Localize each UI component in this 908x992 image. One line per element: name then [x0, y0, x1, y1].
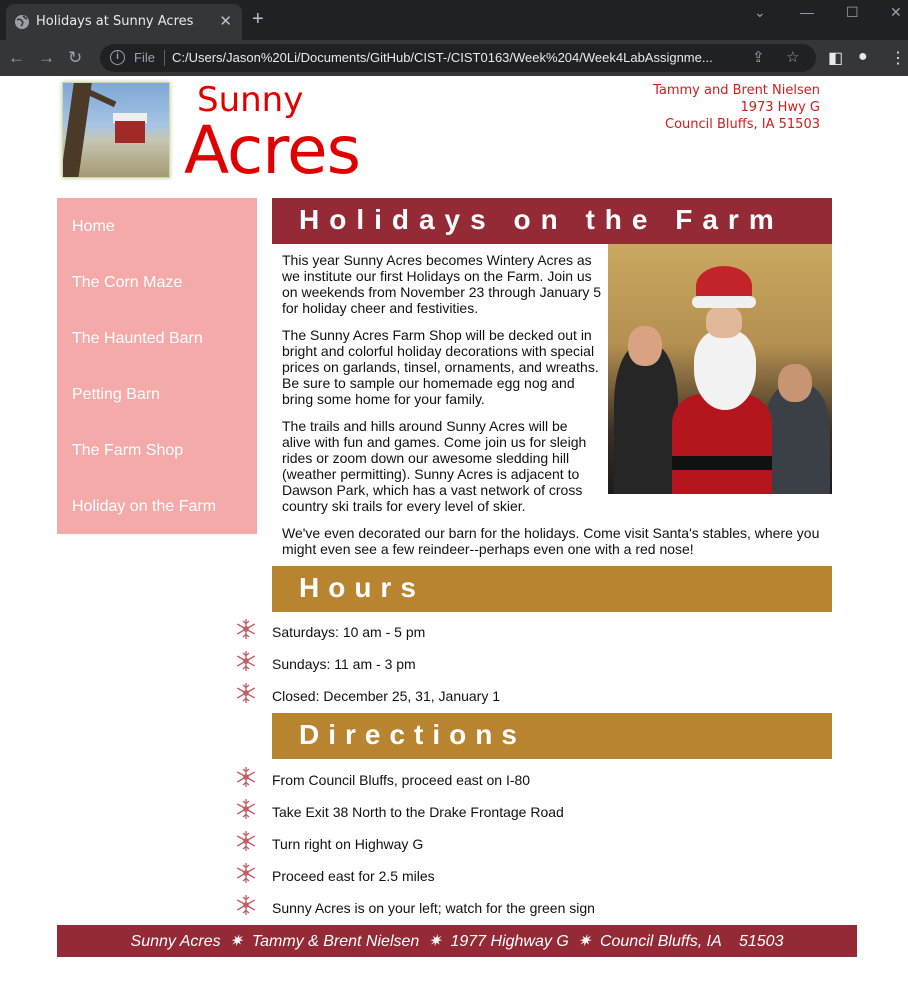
list-item: Proceed east for 2.5 miles — [235, 862, 835, 896]
nav-link-haunted-barn[interactable]: The Haunted Barn — [57, 310, 257, 366]
list-item: Sunny Acres is on your left; watch for t… — [235, 894, 835, 928]
nav-link-corn-maze[interactable]: The Corn Maze — [57, 254, 257, 310]
info-icon[interactable]: i — [110, 50, 125, 65]
paragraph-trails: The trails and hills around Sunny Acres … — [282, 418, 587, 514]
snowflake-icon — [235, 798, 257, 820]
profile-icon[interactable]: ● — [858, 48, 868, 66]
list-item: From Council Bluffs, proceed east on I-8… — [235, 766, 835, 800]
nav-link-petting-barn[interactable]: Petting Barn — [57, 366, 257, 422]
address-bar: ← → ↻ i File C:/Users/Jason%20Li/Documen… — [0, 40, 908, 76]
snowflake-icon — [235, 766, 257, 788]
main-content: This year Sunny Acres becomes Wintery Ac… — [282, 252, 832, 568]
logo-word-acres: Acres — [184, 112, 361, 189]
snowflake-icon — [235, 650, 257, 672]
globe-icon — [15, 15, 29, 29]
menu-icon[interactable]: ⋮ — [890, 48, 906, 68]
hours-heading: Hours — [272, 566, 832, 612]
list-item: Turn right on Highway G — [235, 830, 835, 864]
list-item-text: Take Exit 38 North to the Drake Frontage… — [272, 804, 564, 820]
list-item-text: From Council Bluffs, proceed east on I-8… — [272, 772, 531, 788]
paragraph-farm-shop: The Sunny Acres Farm Shop will be decked… — [282, 327, 599, 407]
snowflake-icon — [235, 862, 257, 884]
bookmark-star-icon[interactable]: ☆ — [786, 48, 799, 66]
directions-list: From Council Bluffs, proceed east on I-8… — [235, 766, 835, 928]
address-block: Tammy and Brent Nielsen 1973 Hwy G Counc… — [653, 82, 820, 133]
tree-shape — [63, 83, 92, 177]
snowflake-icon — [235, 830, 257, 852]
list-item-text: Sundays: 11 am - 3 pm — [272, 656, 416, 672]
list-item-text: Closed: December 25, 31, January 1 — [272, 688, 501, 704]
browser-tab-bar: Holidays at Sunny Acres ✕ + ⌄ — ☐ ✕ — [0, 0, 908, 40]
list-item-text: Turn right on Highway G — [272, 836, 424, 852]
snowflake-icon — [235, 682, 257, 704]
maximize-icon[interactable]: ☐ — [846, 4, 859, 21]
address-line-2: 1973 Hwy G — [740, 100, 820, 115]
barn-shape — [115, 121, 145, 143]
list-item-text: Saturdays: 10 am - 5 pm — [272, 624, 426, 640]
list-item: Sundays: 11 am - 3 pm — [235, 650, 835, 684]
side-panel-icon[interactable]: ◧ — [828, 48, 843, 68]
list-item: Saturdays: 10 am - 5 pm — [235, 618, 835, 652]
nav-link-home[interactable]: Home — [57, 198, 257, 254]
tab-search-icon[interactable]: ⌄ — [754, 4, 766, 21]
footer: Sunny Acres ✷ Tammy & Brent Nielsen ✷ 19… — [57, 925, 857, 957]
page-title: Holidays on the Farm — [272, 198, 832, 244]
browser-tab[interactable]: Holidays at Sunny Acres ✕ — [6, 4, 242, 40]
hours-list: Saturdays: 10 am - 5 pm Sundays: 11 am -… — [235, 618, 835, 716]
minimize-icon[interactable]: — — [800, 4, 814, 20]
page-content: Sunny Acres Tammy and Brent Nielsen 1973… — [0, 76, 908, 992]
file-label: File — [134, 50, 155, 65]
tab-title: Holidays at Sunny Acres — [36, 14, 194, 29]
address-line-3: Council Bluffs, IA 51503 — [665, 117, 820, 132]
sidebar-nav: Home The Corn Maze The Haunted Barn Pett… — [57, 198, 257, 534]
list-item-text: Proceed east for 2.5 miles — [272, 868, 435, 884]
reload-icon[interactable]: ↻ — [68, 48, 82, 68]
list-item: Closed: December 25, 31, January 1 — [235, 682, 835, 716]
nav-link-holiday-farm[interactable]: Holiday on the Farm — [57, 478, 257, 534]
omnibox-divider — [164, 50, 165, 66]
snowflake-icon — [235, 618, 257, 640]
nav-link-farm-shop[interactable]: The Farm Shop — [57, 422, 257, 478]
snowflake-icon — [235, 894, 257, 916]
paragraph-intro: This year Sunny Acres becomes Wintery Ac… — [282, 252, 602, 316]
directions-heading: Directions — [272, 713, 832, 759]
close-tab-icon[interactable]: ✕ — [219, 12, 232, 30]
list-item-text: Sunny Acres is on your left; watch for t… — [272, 900, 595, 916]
forward-icon[interactable]: → — [38, 48, 55, 68]
url-text[interactable]: C:/Users/Jason%20Li/Documents/GitHub/CIS… — [172, 50, 742, 65]
back-icon[interactable]: ← — [8, 48, 25, 68]
share-icon[interactable]: ⇪ — [752, 48, 765, 66]
paragraph-barn: We've even decorated our barn for the ho… — [282, 525, 820, 557]
list-item: Take Exit 38 North to the Drake Frontage… — [235, 798, 835, 832]
omnibox[interactable]: i File C:/Users/Jason%20Li/Documents/Git… — [100, 44, 816, 72]
close-window-icon[interactable]: ✕ — [890, 4, 902, 21]
address-line-1: Tammy and Brent Nielsen — [653, 83, 820, 98]
new-tab-icon[interactable]: + — [252, 8, 264, 31]
logo-photo — [62, 82, 170, 178]
